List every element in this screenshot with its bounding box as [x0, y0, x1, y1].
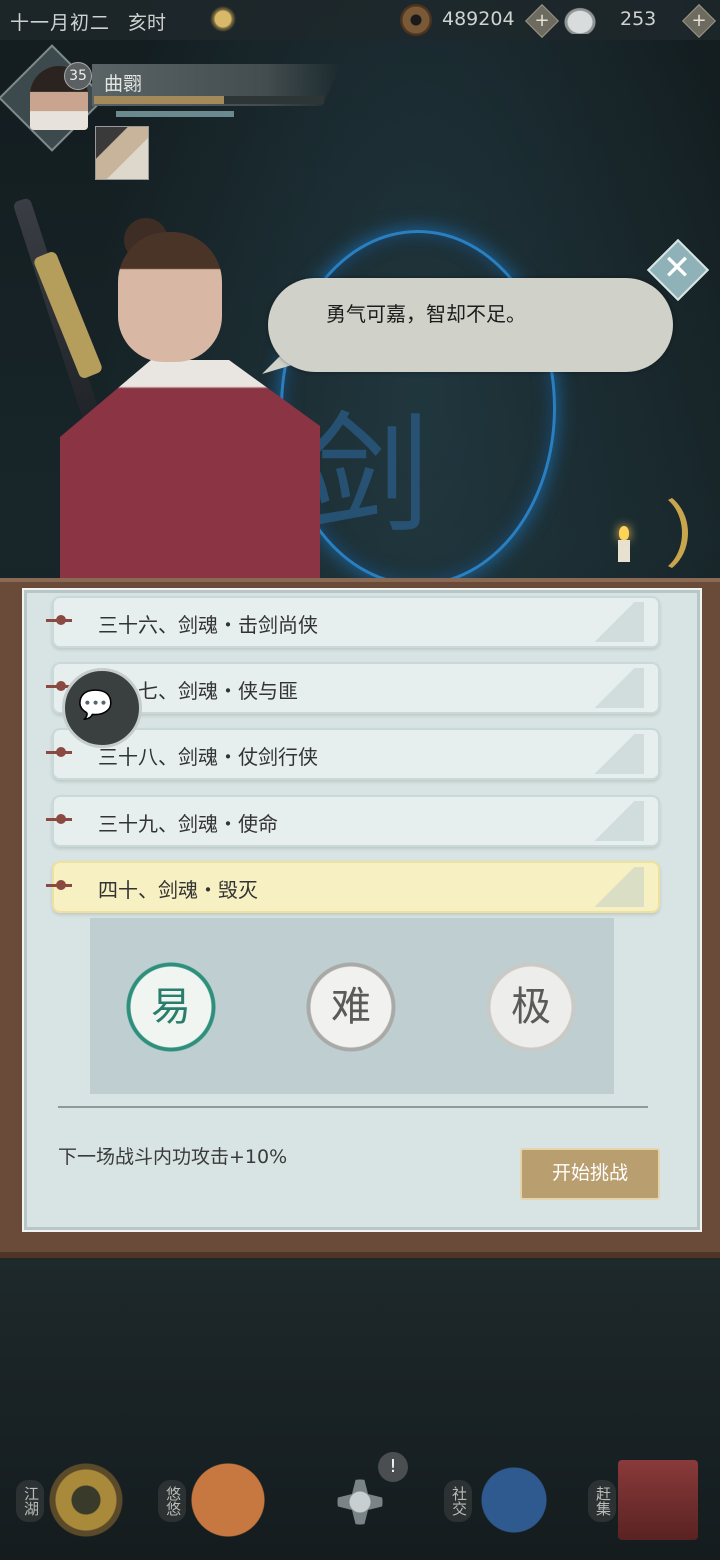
candle-flame-icon: [619, 526, 629, 540]
close-icon[interactable]: ✕: [662, 250, 692, 286]
market-basket-icon: [618, 1460, 698, 1540]
copper-coin-icon: [400, 4, 432, 36]
nav-jianghu[interactable]: 江湖: [16, 1460, 136, 1550]
stage-pin-icon: [46, 747, 72, 757]
stage-item-36[interactable]: 三十六、剑魂・击剑尚侠: [46, 596, 660, 648]
copper-amount: 489204: [442, 8, 515, 30]
mountain-decor-icon: [584, 602, 644, 642]
companion-portrait[interactable]: [95, 126, 149, 180]
candle-icon: [618, 540, 630, 562]
nav-label: 江湖: [16, 1480, 44, 1522]
sun-icon: [210, 6, 236, 32]
stage-pin-icon: [46, 880, 72, 890]
stage-label: 三十八、剑魂・仗剑行侠: [98, 745, 318, 769]
plus-icon: +: [534, 10, 550, 31]
player-name: 曲翾: [104, 73, 143, 95]
stage-item-38[interactable]: 三十八、剑魂・仗剑行侠: [46, 728, 660, 780]
mountain-decor-icon: [584, 668, 644, 708]
energy-bar: [116, 111, 234, 117]
start-challenge-button[interactable]: 开始挑战: [520, 1148, 660, 1200]
dialog-text: 勇气可嘉，智却不足。: [326, 302, 526, 326]
chat-bubble-icon[interactable]: 💬: [78, 688, 113, 721]
stage-pin-icon: [46, 615, 72, 625]
stage-pin-icon: [46, 814, 72, 824]
difficulty-extreme-button[interactable]: 极: [486, 962, 576, 1052]
silver-amount: 253: [620, 8, 657, 30]
mountain-decor-icon: [584, 867, 644, 907]
stage-item-37[interactable]: 三十七、剑魂・侠与匪: [46, 662, 660, 714]
nav-ganji[interactable]: 赶集: [588, 1460, 708, 1550]
jianghu-hat-icon: [46, 1460, 126, 1540]
nav-label: 赶集: [588, 1480, 616, 1522]
stage-item-39[interactable]: 三十九、剑魂・使命: [46, 795, 660, 847]
stage-label: 三十九、剑魂・使命: [98, 812, 278, 836]
mountain-decor-icon: [584, 734, 644, 774]
health-bar-fill: [94, 96, 224, 104]
divider: [58, 1106, 648, 1108]
nav-label: 悠悠: [158, 1480, 186, 1522]
stage-label: 三十六、剑魂・击剑尚侠: [98, 613, 318, 637]
player-level-badge: 35: [64, 62, 92, 90]
mountain-decor-icon: [584, 801, 644, 841]
wave-icon: [474, 1460, 554, 1540]
npc-swordsman-head: [118, 232, 222, 362]
nav-label: 社交: [444, 1480, 472, 1522]
stage-label: 四十、剑魂・毁灭: [98, 878, 258, 902]
game-date: 十一月初二: [10, 12, 111, 34]
stage-item-40-selected[interactable]: 四十、剑魂・毁灭: [46, 861, 660, 913]
crane-sun-icon: [188, 1460, 268, 1540]
silver-ingot-icon: [560, 4, 600, 34]
nav-shejiao[interactable]: 社交: [444, 1460, 564, 1550]
difficulty-easy-button[interactable]: 易: [126, 962, 216, 1052]
nav-youyou[interactable]: 悠悠: [158, 1460, 278, 1550]
difficulty-hard-button[interactable]: 难: [306, 962, 396, 1052]
notification-badge: !: [378, 1452, 408, 1482]
plus-icon: +: [691, 10, 707, 31]
buff-description: 下一场战斗内功攻击+10%: [58, 1146, 288, 1168]
game-hour: 亥时: [128, 12, 167, 34]
